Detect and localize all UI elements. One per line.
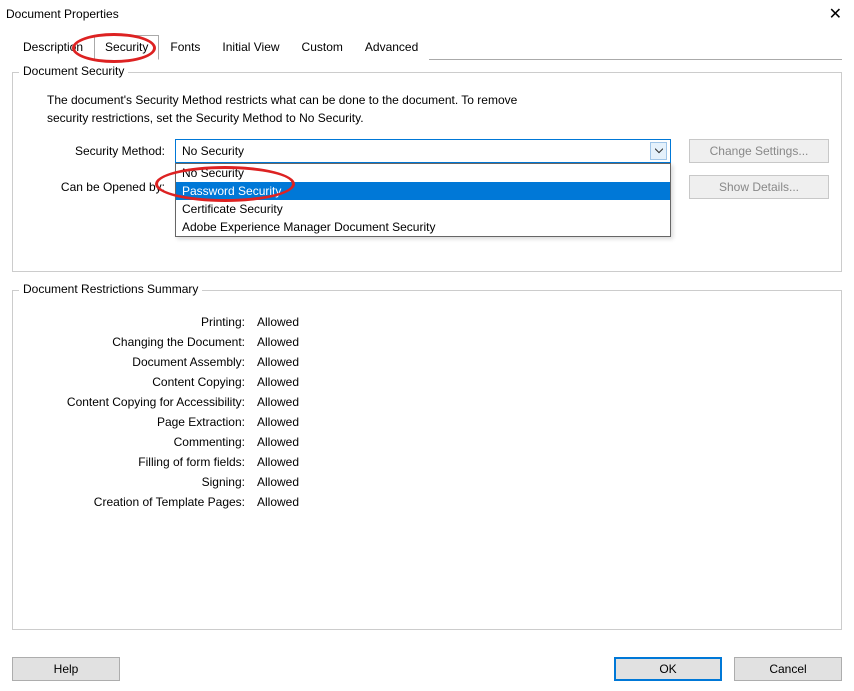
dropdown-option-password-security[interactable]: Password Security (176, 182, 670, 200)
ok-button[interactable]: OK (614, 657, 722, 681)
restrict-label-copying: Content Copying: (25, 375, 245, 389)
security-method-select-wrap: No Security No Security Password Securit… (175, 139, 671, 163)
restrict-value-changing: Allowed (257, 335, 299, 349)
restrict-value-printing: Allowed (257, 315, 299, 329)
tab-security[interactable]: Security (94, 35, 159, 60)
restrict-row-signing: Signing: Allowed (25, 475, 829, 489)
security-method-label: Security Method: (25, 144, 165, 158)
restrict-row-printing: Printing: Allowed (25, 315, 829, 329)
security-intro-text: The document's Security Method restricts… (47, 91, 829, 127)
security-method-row: Security Method: No Security No Security… (25, 139, 829, 163)
restrict-label-commenting: Commenting: (25, 435, 245, 449)
security-intro-line1: The document's Security Method restricts… (47, 91, 829, 109)
restrict-row-formfill: Filling of form fields: Allowed (25, 455, 829, 469)
security-method-dropdown: No Security Password Security Certificat… (175, 163, 671, 237)
tab-initial-view[interactable]: Initial View (211, 35, 290, 60)
restrict-row-commenting: Commenting: Allowed (25, 435, 829, 449)
window-title: Document Properties (6, 7, 119, 21)
restrict-label-accessibility: Content Copying for Accessibility: (25, 395, 245, 409)
chevron-down-icon[interactable] (650, 142, 667, 160)
change-settings-button: Change Settings... (689, 139, 829, 163)
dropdown-option-no-security[interactable]: No Security (176, 164, 670, 182)
restrict-label-template: Creation of Template Pages: (25, 495, 245, 509)
dropdown-option-aem-security[interactable]: Adobe Experience Manager Document Securi… (176, 218, 670, 236)
restrict-value-template: Allowed (257, 495, 299, 509)
restrict-value-assembly: Allowed (257, 355, 299, 369)
tab-custom[interactable]: Custom (291, 35, 354, 60)
bottom-right-buttons: OK Cancel (614, 657, 842, 681)
restrict-label-signing: Signing: (25, 475, 245, 489)
restrict-row-template: Creation of Template Pages: Allowed (25, 495, 829, 509)
restrict-row-copying: Content Copying: Allowed (25, 375, 829, 389)
security-method-value: No Security (182, 144, 244, 158)
opened-by-label: Can be Opened by: (25, 180, 165, 194)
restrict-row-assembly: Document Assembly: Allowed (25, 355, 829, 369)
close-icon[interactable]: ✕ (825, 4, 846, 24)
restrict-label-assembly: Document Assembly: (25, 355, 245, 369)
document-security-legend: Document Security (19, 64, 128, 78)
restrictions-section: Document Restrictions Summary Printing: … (12, 290, 842, 630)
tab-advanced[interactable]: Advanced (354, 35, 429, 60)
security-intro-line2: security restrictions, set the Security … (47, 109, 829, 127)
restrict-row-changing: Changing the Document: Allowed (25, 335, 829, 349)
dropdown-option-certificate-security[interactable]: Certificate Security (176, 200, 670, 218)
restrict-value-signing: Allowed (257, 475, 299, 489)
document-security-section: Document Security The document's Securit… (12, 72, 842, 272)
restrict-label-changing: Changing the Document: (25, 335, 245, 349)
restrict-value-accessibility: Allowed (257, 395, 299, 409)
show-details-button: Show Details... (689, 175, 829, 199)
restrict-value-formfill: Allowed (257, 455, 299, 469)
tab-fonts[interactable]: Fonts (159, 35, 211, 60)
restrict-value-copying: Allowed (257, 375, 299, 389)
security-method-select[interactable]: No Security (175, 139, 671, 163)
title-bar: Document Properties ✕ (0, 0, 854, 28)
restrict-row-extraction: Page Extraction: Allowed (25, 415, 829, 429)
restrict-row-accessibility: Content Copying for Accessibility: Allow… (25, 395, 829, 409)
bottom-buttons: Help OK Cancel (12, 657, 842, 681)
restrict-value-extraction: Allowed (257, 415, 299, 429)
dialog-body: Description Security Fonts Initial View … (0, 34, 854, 630)
cancel-button[interactable]: Cancel (734, 657, 842, 681)
tabs: Description Security Fonts Initial View … (12, 34, 842, 60)
tab-description[interactable]: Description (12, 35, 94, 60)
restrict-value-commenting: Allowed (257, 435, 299, 449)
restrictions-legend: Document Restrictions Summary (19, 282, 202, 296)
restrict-label-printing: Printing: (25, 315, 245, 329)
restrict-label-formfill: Filling of form fields: (25, 455, 245, 469)
restrict-label-extraction: Page Extraction: (25, 415, 245, 429)
help-button[interactable]: Help (12, 657, 120, 681)
